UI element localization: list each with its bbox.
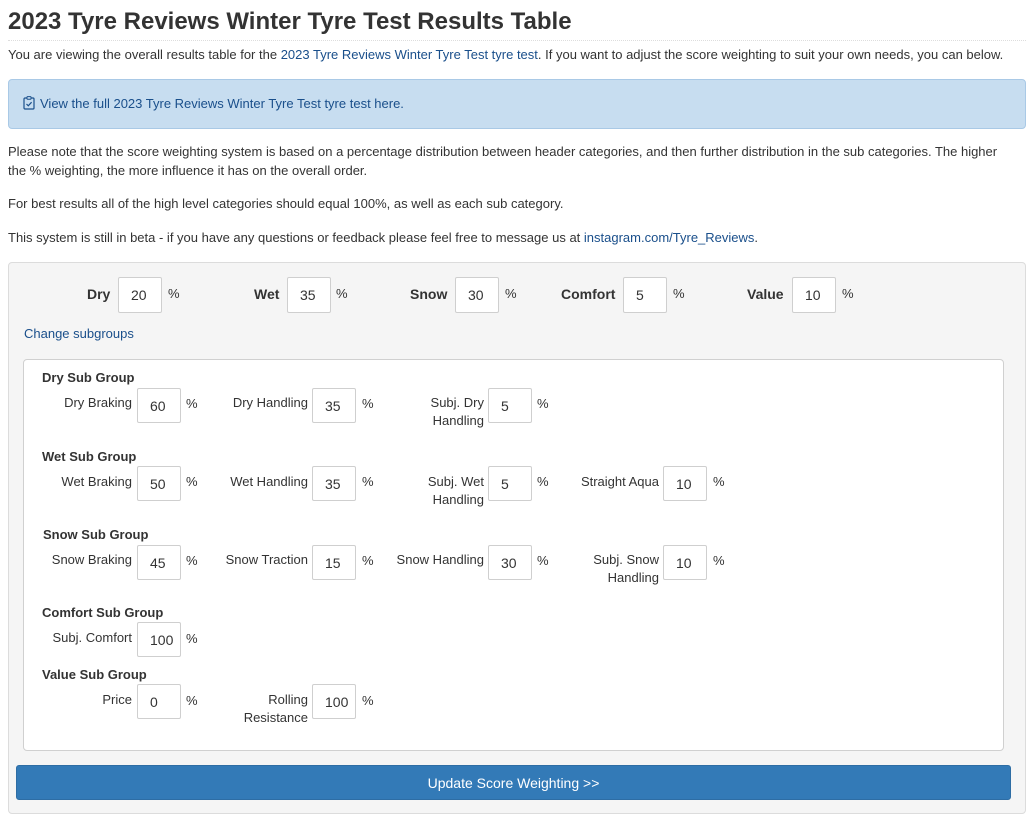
percent-sign: % (186, 396, 198, 411)
beta-note: This system is still in beta - if you ha… (8, 230, 759, 245)
weighting-panel: Dry % Wet % Snow % Comfort % Value % Cha… (8, 262, 1026, 814)
snow-traction-input[interactable] (312, 545, 356, 580)
wet-braking-label: Wet Braking (61, 474, 132, 489)
percent-sign: % (186, 693, 198, 708)
snow-traction-label: Snow Traction (225, 552, 308, 567)
subgroups-box: Dry Sub Group Dry Braking % Dry Handling… (23, 359, 1004, 751)
percent-sign: % (186, 553, 198, 568)
intro-text: You are viewing the overall results tabl… (8, 47, 1004, 62)
dry-sub-group-title: Dry Sub Group (42, 370, 135, 385)
percent-sign: % (673, 286, 685, 301)
percent-sign: % (362, 693, 374, 708)
snow-handling-label: Snow Handling (396, 552, 484, 567)
full-test-link[interactable]: View the full 2023 Tyre Reviews Winter T… (40, 96, 404, 111)
change-subgroups-link[interactable]: Change subgroups (24, 326, 134, 341)
percent-sign: % (713, 474, 725, 489)
percent-sign: % (168, 286, 180, 301)
rolling-resistance-label: Rolling Resistance (243, 692, 308, 725)
subj-snow-handling-input[interactable] (663, 545, 707, 580)
percent-sign: % (336, 286, 348, 301)
value-sub-group-title: Value Sub Group (42, 667, 147, 682)
subj-comfort-input[interactable] (137, 622, 181, 657)
subj-wet-handling-label: Subj. Wet Handling (427, 474, 484, 507)
subj-snow-handling-label: Subj. Snow Handling (593, 552, 659, 585)
snow-label: Snow (410, 286, 448, 302)
rolling-resistance-input[interactable] (312, 684, 356, 719)
snow-handling-input[interactable] (488, 545, 532, 580)
snow-sub-group-title: Snow Sub Group (43, 527, 149, 542)
dry-handling-label: Dry Handling (232, 395, 308, 410)
header-weights: Dry % Wet % Snow % Comfort % Value % (9, 277, 1025, 313)
straight-aqua-input[interactable] (663, 466, 707, 501)
dry-braking-input[interactable] (137, 388, 181, 423)
wet-label: Wet (254, 286, 280, 302)
value-weight-input[interactable] (792, 277, 836, 313)
percent-sign: % (537, 474, 549, 489)
straight-aqua-label: Straight Aqua (580, 474, 659, 489)
value-label: Value (747, 286, 784, 302)
price-input[interactable] (137, 684, 181, 719)
wet-sub-group-title: Wet Sub Group (42, 449, 137, 464)
clipboard-check-icon (23, 96, 35, 115)
percent-sign: % (362, 474, 374, 489)
update-score-weighting-button[interactable]: Update Score Weighting >> (16, 765, 1011, 800)
percent-sign: % (505, 286, 517, 301)
weighting-note: Please note that the score weighting sys… (8, 144, 998, 178)
percent-sign: % (537, 553, 549, 568)
snow-weight-input[interactable] (455, 277, 499, 313)
wet-handling-label: Wet Handling (230, 474, 308, 489)
dry-weight-input[interactable] (118, 277, 162, 313)
subj-dry-handling-input[interactable] (488, 388, 532, 423)
best-results-note: For best results all of the high level c… (8, 196, 564, 211)
percent-sign: % (186, 474, 198, 489)
percent-sign: % (842, 286, 854, 301)
subj-dry-handling-label: Subj. Dry Handling (430, 395, 484, 428)
percent-sign: % (362, 553, 374, 568)
dry-braking-label: Dry Braking (64, 395, 132, 410)
test-link[interactable]: 2023 Tyre Reviews Winter Tyre Test tyre … (281, 47, 538, 62)
comfort-label: Comfort (561, 286, 616, 302)
comfort-weight-input[interactable] (623, 277, 667, 313)
subj-comfort-label: Subj. Comfort (52, 630, 132, 645)
percent-sign: % (713, 553, 725, 568)
subj-wet-handling-input[interactable] (488, 466, 532, 501)
page-title: 2023 Tyre Reviews Winter Tyre Test Resul… (8, 8, 1026, 41)
wet-braking-input[interactable] (137, 466, 181, 501)
comfort-sub-group-title: Comfort Sub Group (42, 605, 164, 620)
full-test-alert: View the full 2023 Tyre Reviews Winter T… (8, 79, 1026, 129)
percent-sign: % (362, 396, 374, 411)
percent-sign: % (537, 396, 549, 411)
wet-weight-input[interactable] (287, 277, 331, 313)
snow-braking-input[interactable] (137, 545, 181, 580)
wet-handling-input[interactable] (312, 466, 356, 501)
dry-handling-input[interactable] (312, 388, 356, 423)
percent-sign: % (186, 631, 198, 646)
instagram-link[interactable]: instagram.com/Tyre_Reviews (584, 230, 755, 245)
price-label: Price (102, 692, 132, 707)
snow-braking-label: Snow Braking (51, 552, 132, 567)
dry-label: Dry (87, 286, 111, 302)
